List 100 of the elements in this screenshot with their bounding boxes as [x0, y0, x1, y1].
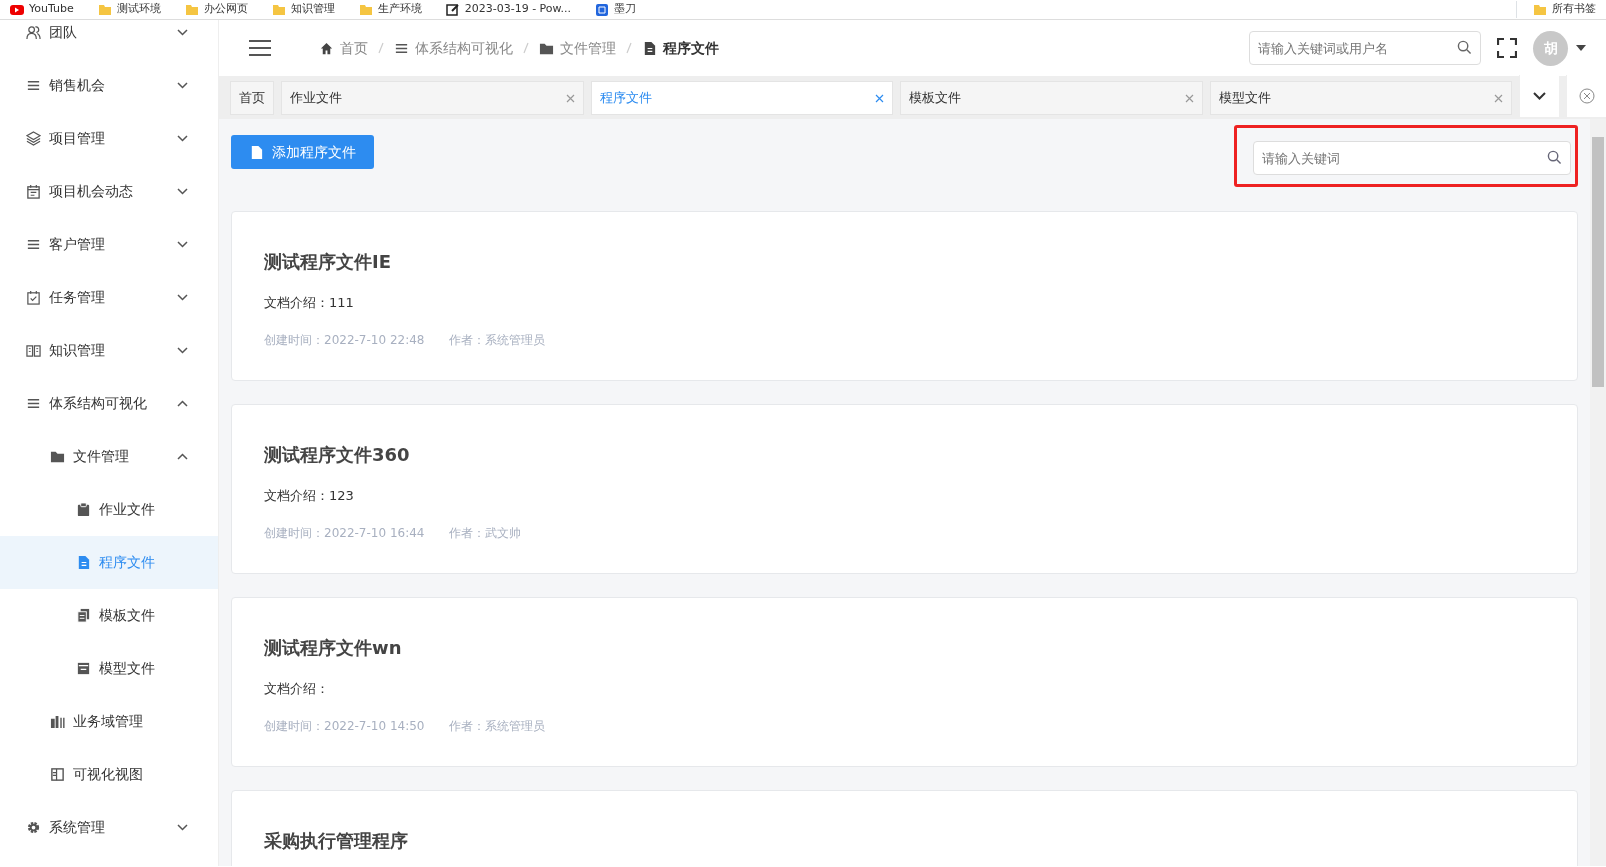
- sidebar-item[interactable]: 体系结构可视化: [0, 377, 218, 430]
- chevron-down-icon: [177, 347, 188, 354]
- sidebar-item[interactable]: 模型文件: [0, 642, 218, 695]
- folder-icon: [358, 2, 373, 17]
- bookmark[interactable]: 知识管理: [271, 1, 335, 18]
- search-field[interactable]: 请输入关键词或用户名: [1249, 31, 1481, 65]
- bookmark[interactable]: 生产环境: [358, 1, 422, 18]
- breadcrumb-item[interactable]: 体系结构可视化: [394, 37, 513, 59]
- document-card[interactable]: 采购执行管理程序: [231, 790, 1578, 866]
- document-description: 文档介绍：111: [264, 294, 355, 312]
- document-card[interactable]: 测试程序文件360 文档介绍：123 创建时间：2022-7-10 16:44 作者：武文帅: [231, 404, 1578, 574]
- play-icon: [10, 2, 24, 17]
- sidebar-item[interactable]: 销售机会: [0, 59, 218, 112]
- window-icon: [76, 661, 91, 676]
- sidebar-item[interactable]: 文件管理: [0, 430, 218, 483]
- menu-icon[interactable]: [249, 40, 271, 56]
- author: 作者：系统管理员: [448, 331, 545, 349]
- people-icon: [26, 25, 41, 40]
- chevron-up-icon: [177, 453, 188, 460]
- chevron-down-icon: [177, 294, 188, 301]
- bookmark[interactable]: 2023-03-19 - Pow...: [445, 1, 572, 18]
- chevron-down-icon[interactable]: [1533, 92, 1546, 100]
- folder-icon: [184, 2, 199, 17]
- document-title[interactable]: 测试程序文件360: [264, 441, 1545, 468]
- bookmark[interactable]: 测试环境: [97, 1, 161, 18]
- gear-icon: [26, 820, 41, 835]
- bars-icon: [50, 714, 65, 729]
- bookmark[interactable]: 所有书签: [1516, 1, 1596, 18]
- clipboard-icon: [76, 502, 91, 517]
- sidebar-item[interactable]: 团队: [0, 20, 218, 59]
- document-title[interactable]: 测试程序文件IE: [264, 248, 1545, 275]
- calendar-check-icon: [26, 290, 41, 305]
- separator-icon: [523, 42, 529, 54]
- close-circle-icon[interactable]: [1578, 88, 1595, 104]
- author: 作者：系统管理员: [448, 717, 545, 735]
- folder-icon: [50, 449, 65, 464]
- chevron-up-icon: [177, 400, 188, 407]
- copy-icon: [76, 608, 91, 623]
- bookmark[interactable]: 办公网页: [184, 1, 248, 18]
- separator-icon: [378, 42, 384, 54]
- close-icon[interactable]: [1184, 93, 1194, 103]
- calendar-icon: [26, 184, 41, 199]
- sidebar-item[interactable]: 作业文件: [0, 483, 218, 536]
- folder-icon: [97, 2, 112, 17]
- folder-icon: [271, 2, 286, 17]
- sidebar-item[interactable]: 业务域管理: [0, 695, 218, 748]
- tab[interactable]: 首页: [230, 81, 274, 115]
- sidebar-item[interactable]: 可视化视图: [0, 748, 218, 801]
- document-title[interactable]: 采购执行管理程序: [264, 827, 1545, 854]
- breadcrumb-item[interactable]: 首页: [319, 37, 368, 59]
- document-icon: [642, 40, 657, 56]
- document-icon: [76, 555, 91, 570]
- chevron-down-icon: [177, 135, 188, 142]
- bookmark[interactable]: 墨刀: [595, 1, 637, 18]
- sidebar-item[interactable]: 任务管理: [0, 271, 218, 324]
- panel-icon: [50, 767, 65, 782]
- layers-icon: [26, 131, 41, 146]
- tab[interactable]: 程序文件: [590, 81, 893, 115]
- close-icon[interactable]: [875, 93, 884, 103]
- lines-icon: [26, 78, 41, 93]
- book-icon: [26, 343, 41, 358]
- lines-icon: [26, 396, 41, 411]
- scrollbar[interactable]: [1590, 119, 1606, 866]
- edit-icon: [445, 2, 460, 17]
- created-time: 创建时间：2022-7-10 16:44: [264, 524, 425, 542]
- sidebar-item[interactable]: 项目管理: [0, 112, 218, 165]
- caret-icon[interactable]: [1576, 45, 1586, 51]
- search-field[interactable]: 请输入关键词: [1253, 141, 1571, 175]
- chevron-down-icon: [177, 241, 188, 248]
- chevron-down-icon: [177, 824, 188, 831]
- sidebar-item[interactable]: 模板文件: [0, 589, 218, 642]
- tab[interactable]: 模型文件: [1209, 81, 1512, 115]
- document-title[interactable]: 测试程序文件wn: [264, 634, 1545, 661]
- tab[interactable]: 作业文件: [281, 81, 584, 115]
- sidebar-item[interactable]: 知识管理: [0, 324, 218, 377]
- bookmark[interactable]: YouTube: [10, 1, 74, 18]
- app-icon: [595, 2, 610, 17]
- sidebar-item[interactable]: 项目机会动态: [0, 165, 218, 218]
- document-card[interactable]: 测试程序文件IE 文档介绍：111 创建时间：2022-7-10 22:48 作者：系统管理员: [231, 211, 1578, 381]
- separator-icon: [626, 42, 632, 54]
- chevron-down-icon: [177, 29, 188, 36]
- breadcrumb-item[interactable]: 文件管理: [539, 37, 616, 59]
- home-icon: [319, 40, 334, 56]
- search-icon: [1457, 40, 1472, 55]
- folder-icon: [1533, 2, 1547, 17]
- sidebar-item[interactable]: 系统管理: [0, 801, 218, 854]
- fullscreen-icon[interactable]: [1497, 38, 1517, 58]
- tab[interactable]: 模板文件: [900, 81, 1203, 115]
- close-icon[interactable]: [565, 93, 575, 103]
- close-icon[interactable]: [1494, 93, 1503, 103]
- chevron-down-icon: [177, 82, 188, 89]
- document-description: 文档介绍：: [264, 680, 330, 698]
- document-description: 文档介绍：123: [264, 487, 355, 505]
- document-card[interactable]: 测试程序文件wn 文档介绍： 创建时间：2022-7-10 14:50 作者：系统管理员: [231, 597, 1578, 767]
- sidebar-item[interactable]: 客户管理: [0, 218, 218, 271]
- search-icon: [1547, 150, 1562, 165]
- author: 作者：武文帅: [448, 524, 521, 542]
- created-time: 创建时间：2022-7-10 22:48: [264, 331, 425, 349]
- lines-icon: [26, 237, 41, 252]
- chevron-down-icon: [177, 188, 188, 195]
